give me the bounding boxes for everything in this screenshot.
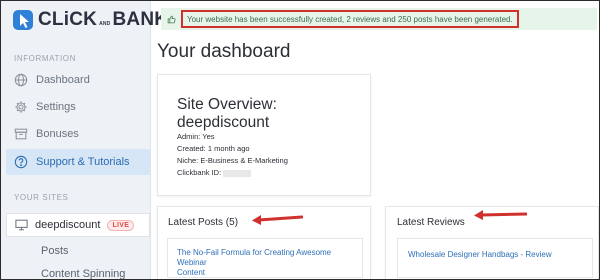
logo-and: AND bbox=[99, 21, 111, 27]
sidebar-item-label: Bonuses bbox=[36, 128, 79, 140]
sidebar-item-dashboard[interactable]: Dashboard bbox=[10, 69, 150, 91]
post-link[interactable]: The No-Fail Formula for Creating Awesome… bbox=[177, 248, 357, 278]
section-label-information: INFORMATION bbox=[14, 54, 77, 63]
latest-reviews-heading: Latest Reviews bbox=[397, 217, 465, 228]
success-alert: Your website has been successfully creat… bbox=[161, 8, 597, 30]
overview-clickbank: Clickbank ID: bbox=[177, 168, 252, 177]
annotation-arrow-posts bbox=[252, 215, 303, 225]
overview-title: Site Overview: deepdiscount bbox=[177, 96, 277, 132]
live-badge: LIVE bbox=[107, 219, 135, 231]
post-link-line2: Content bbox=[177, 268, 206, 277]
section-label-your-sites: YOUR SITES bbox=[14, 193, 69, 202]
globe-icon bbox=[14, 73, 28, 87]
overview-site-name: deepdiscount bbox=[177, 114, 270, 131]
alert-message-highlight: Your website has been successfully creat… bbox=[181, 10, 519, 28]
site-item-deepdiscount[interactable]: deepdiscount LIVE bbox=[6, 213, 150, 237]
site-overview-card: Site Overview: deepdiscount Admin: Yes C… bbox=[157, 74, 371, 196]
alert-message: Your website has been successfully creat… bbox=[187, 14, 513, 24]
sidebar-item-settings[interactable]: Settings bbox=[10, 96, 150, 118]
thumbs-up-icon bbox=[167, 15, 176, 23]
review-item[interactable]: Wholesale Designer Handbags - Review bbox=[397, 238, 593, 278]
review-link[interactable]: Wholesale Designer Handbags - Review bbox=[408, 250, 552, 260]
annotation-arrow-reviews bbox=[474, 210, 527, 220]
redacted-clickbank-id bbox=[223, 169, 252, 177]
post-item[interactable]: The No-Fail Formula for Creating Awesome… bbox=[167, 238, 363, 278]
overview-title-line1: Site Overview: bbox=[177, 96, 277, 113]
page-title: Your dashboard bbox=[157, 41, 291, 62]
post-link-line1: The No-Fail Formula for Creating Awesome… bbox=[177, 248, 332, 267]
gear-icon bbox=[15, 101, 27, 113]
monitor-icon bbox=[15, 219, 28, 231]
sidebar-subitem-content-spinning[interactable]: Content Spinning bbox=[41, 268, 125, 279]
logo[interactable]: CLiCK AND BANK x bbox=[12, 8, 174, 32]
archive-icon bbox=[14, 128, 28, 140]
latest-posts-heading: Latest Posts (5) bbox=[168, 217, 239, 228]
sidebar: CLiCK AND BANK x INFORMATION Dashboard S… bbox=[1, 1, 174, 279]
overview-created: Created: 1 month ago bbox=[177, 144, 250, 153]
sidebar-item-bonuses[interactable]: Bonuses bbox=[10, 123, 150, 145]
site-name: deepdiscount bbox=[35, 219, 101, 231]
sidebar-item-label: Support & Tutorials bbox=[36, 156, 130, 168]
logo-click: CLiCK bbox=[38, 9, 98, 30]
overview-clickbank-label: Clickbank ID: bbox=[177, 168, 222, 177]
overview-admin: Admin: Yes bbox=[177, 132, 215, 141]
sidebar-item-support[interactable]: Support & Tutorials bbox=[6, 149, 150, 175]
sidebar-item-label: Dashboard bbox=[36, 74, 90, 86]
help-circle-icon bbox=[14, 155, 28, 169]
logo-text: CLiCK AND BANK x bbox=[38, 9, 174, 31]
app-window: CLiCK AND BANK x INFORMATION Dashboard S… bbox=[0, 0, 600, 280]
sidebar-item-label: Settings bbox=[36, 101, 76, 113]
logo-cursor-icon bbox=[13, 10, 33, 30]
overview-niche: Niche: E-Business & E-Marketing bbox=[177, 156, 288, 165]
logo-bank: BANK bbox=[112, 9, 169, 30]
sidebar-subitem-posts[interactable]: Posts bbox=[41, 245, 69, 257]
